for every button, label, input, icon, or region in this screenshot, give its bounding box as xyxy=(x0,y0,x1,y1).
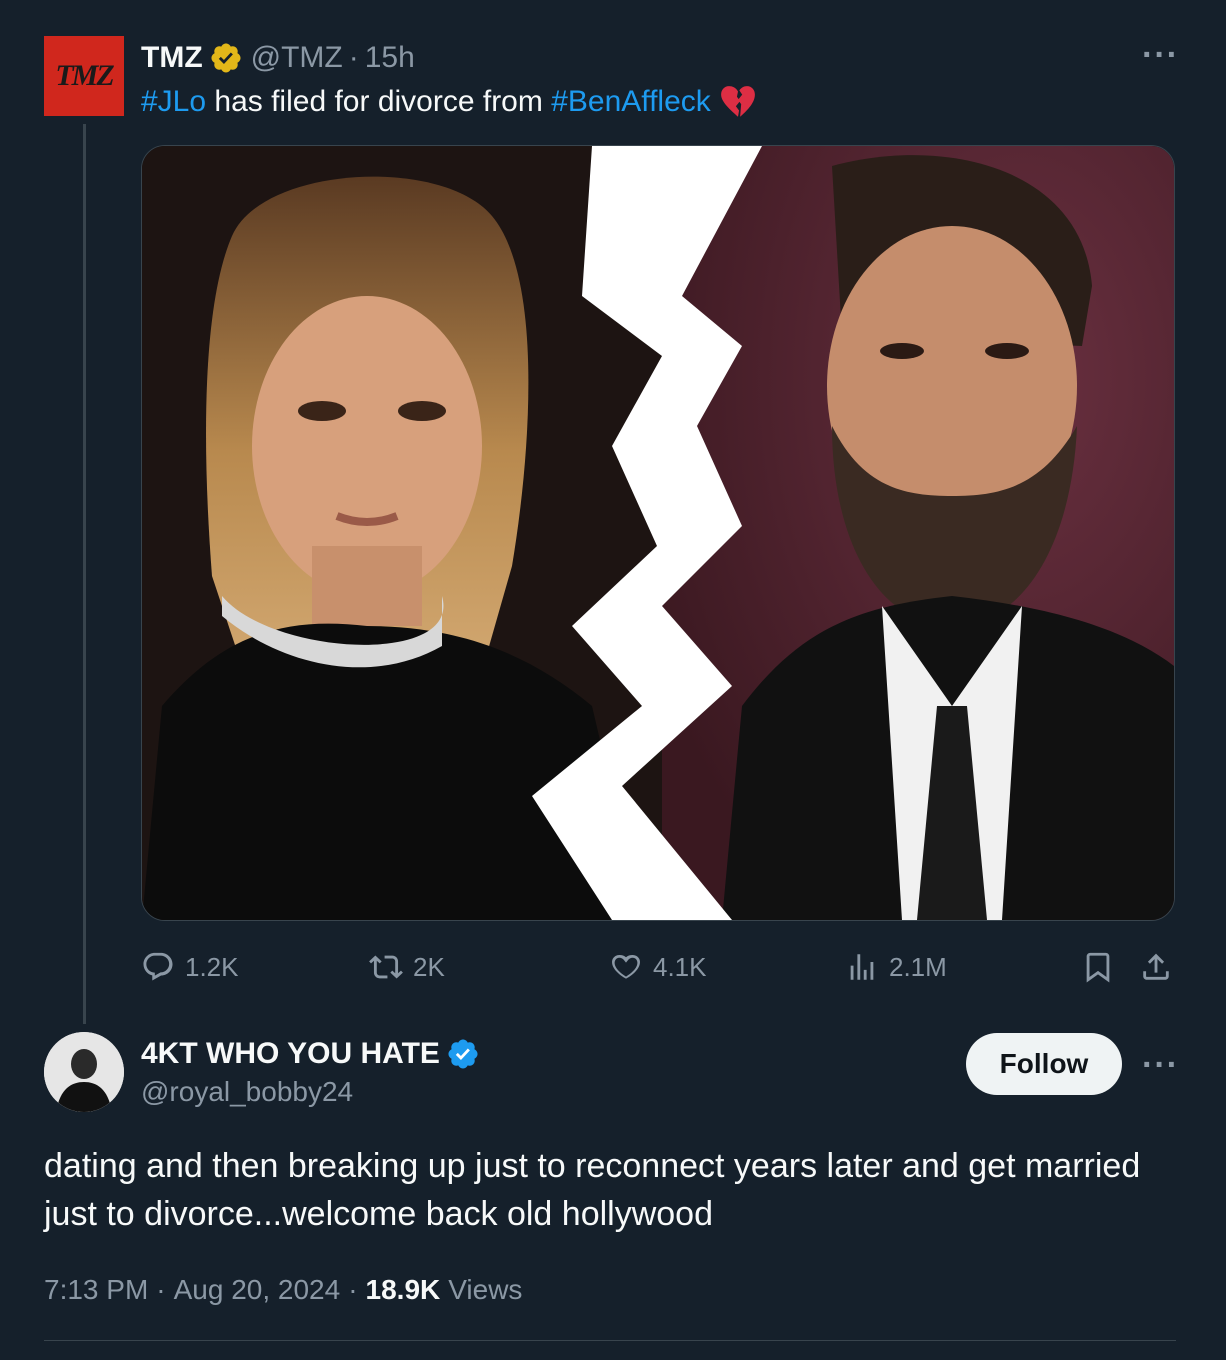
quoted-tweet-action-bar: 1.2K 2K 4.1K 2.1M xyxy=(141,945,1175,989)
main-more-options-icon[interactable]: ··· xyxy=(1142,1046,1179,1085)
bottom-divider xyxy=(44,1340,1176,1341)
gold-verified-badge-icon xyxy=(211,43,241,73)
repost-icon xyxy=(369,955,403,979)
views-button[interactable]: 2.1M xyxy=(845,945,947,989)
user-avatar[interactable] xyxy=(44,1032,124,1112)
reply-icon xyxy=(143,952,173,981)
split-photo-illustration xyxy=(142,146,1174,920)
main-tweet-text: dating and then breaking up just to reco… xyxy=(44,1147,1141,1233)
author-name-row: 4KT WHO YOU HATE xyxy=(141,1034,480,1074)
quoted-timestamp[interactable]: 15h xyxy=(365,41,415,75)
tweet-media-image[interactable] xyxy=(141,145,1175,921)
like-button[interactable]: 4.1K xyxy=(609,945,707,989)
meta-separator-2: · xyxy=(348,1274,358,1305)
hashtag-link-benaffleck[interactable]: #BenAffleck xyxy=(551,82,711,122)
repost-count: 2K xyxy=(413,951,445,982)
like-count: 4.1K xyxy=(653,951,707,982)
author-handle[interactable]: @royal_bobby24 xyxy=(141,1076,353,1108)
meta-separator-1: · xyxy=(156,1274,166,1305)
author-display-name[interactable]: 4KT WHO YOU HATE xyxy=(141,1037,440,1071)
bookmark-icon xyxy=(1086,952,1110,983)
quoted-tweet-text: #JLo has filed for divorce from #BenAffl… xyxy=(141,82,757,122)
views-count: 2.1M xyxy=(889,951,947,982)
reply-button[interactable]: 1.2K xyxy=(141,945,239,989)
quoted-tweet-header: TMZ @TMZ · 15h xyxy=(141,38,415,78)
views-number: 18.9K xyxy=(365,1274,441,1305)
header-separator: · xyxy=(348,41,359,74)
avatar-image xyxy=(44,1032,124,1112)
follow-button[interactable]: Follow xyxy=(966,1033,1122,1095)
tweet-date[interactable]: Aug 20, 2024 xyxy=(174,1274,341,1306)
tweet-metadata: 7:13 PM · Aug 20, 2024 · 18.9K Views xyxy=(44,1270,522,1310)
hashtag-link-jlo[interactable]: #JLo xyxy=(141,82,206,122)
quoted-author-name[interactable]: TMZ xyxy=(141,41,203,75)
tmz-logo-text: TMZ xyxy=(55,59,114,92)
blue-verified-badge-icon xyxy=(448,1039,478,1069)
analytics-bar-icon xyxy=(850,954,874,980)
tweet-text-middle: has filed for divorce from xyxy=(206,85,552,118)
repost-button[interactable]: 2K xyxy=(369,945,445,989)
heart-icon xyxy=(612,954,640,979)
broken-heart-icon xyxy=(720,86,755,117)
thread-connector-line xyxy=(83,124,86,1024)
reply-count: 1.2K xyxy=(185,951,239,982)
tmz-avatar-logo[interactable]: TMZ xyxy=(44,36,124,116)
quoted-author-handle[interactable]: @TMZ xyxy=(251,41,343,75)
share-button[interactable] xyxy=(1139,945,1183,989)
views-label: Views xyxy=(448,1274,523,1305)
tweet-time[interactable]: 7:13 PM xyxy=(44,1274,148,1306)
share-icon xyxy=(1143,953,1169,980)
quoted-more-options-icon[interactable]: ··· xyxy=(1142,36,1179,75)
bookmark-button[interactable] xyxy=(1081,945,1125,989)
